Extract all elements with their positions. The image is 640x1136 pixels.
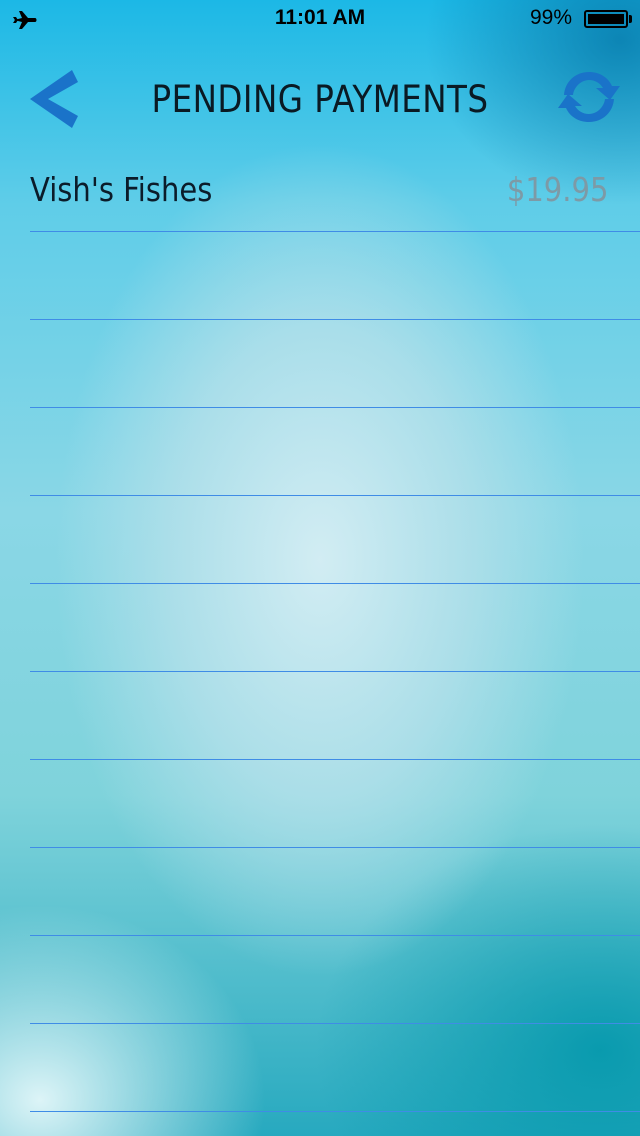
page-title: PENDING PAYMENTS — [151, 78, 489, 121]
empty-row — [30, 408, 640, 496]
refresh-button[interactable] — [556, 64, 622, 130]
empty-row — [30, 848, 640, 936]
empty-row — [30, 1024, 640, 1112]
battery-percent: 99% — [529, 6, 572, 29]
payment-amount: $19.95 — [506, 170, 608, 209]
empty-row — [30, 584, 640, 672]
battery-fill — [588, 14, 624, 24]
payment-row[interactable]: Vish's Fishes $19.95 — [30, 144, 640, 232]
refresh-icon — [558, 72, 620, 122]
battery-icon — [584, 10, 632, 28]
payments-list: Vish's Fishes $19.95 — [30, 144, 640, 1112]
status-bar: 11:01 AM 99% — [0, 0, 640, 40]
payment-name: Vish's Fishes — [30, 170, 213, 209]
empty-row — [30, 672, 640, 760]
empty-row — [30, 320, 640, 408]
battery-nub — [629, 15, 632, 23]
empty-row — [30, 496, 640, 584]
nav-bar: PENDING PAYMENTS — [0, 40, 640, 160]
empty-row — [30, 760, 640, 848]
empty-row — [30, 232, 640, 320]
empty-row — [30, 936, 640, 1024]
